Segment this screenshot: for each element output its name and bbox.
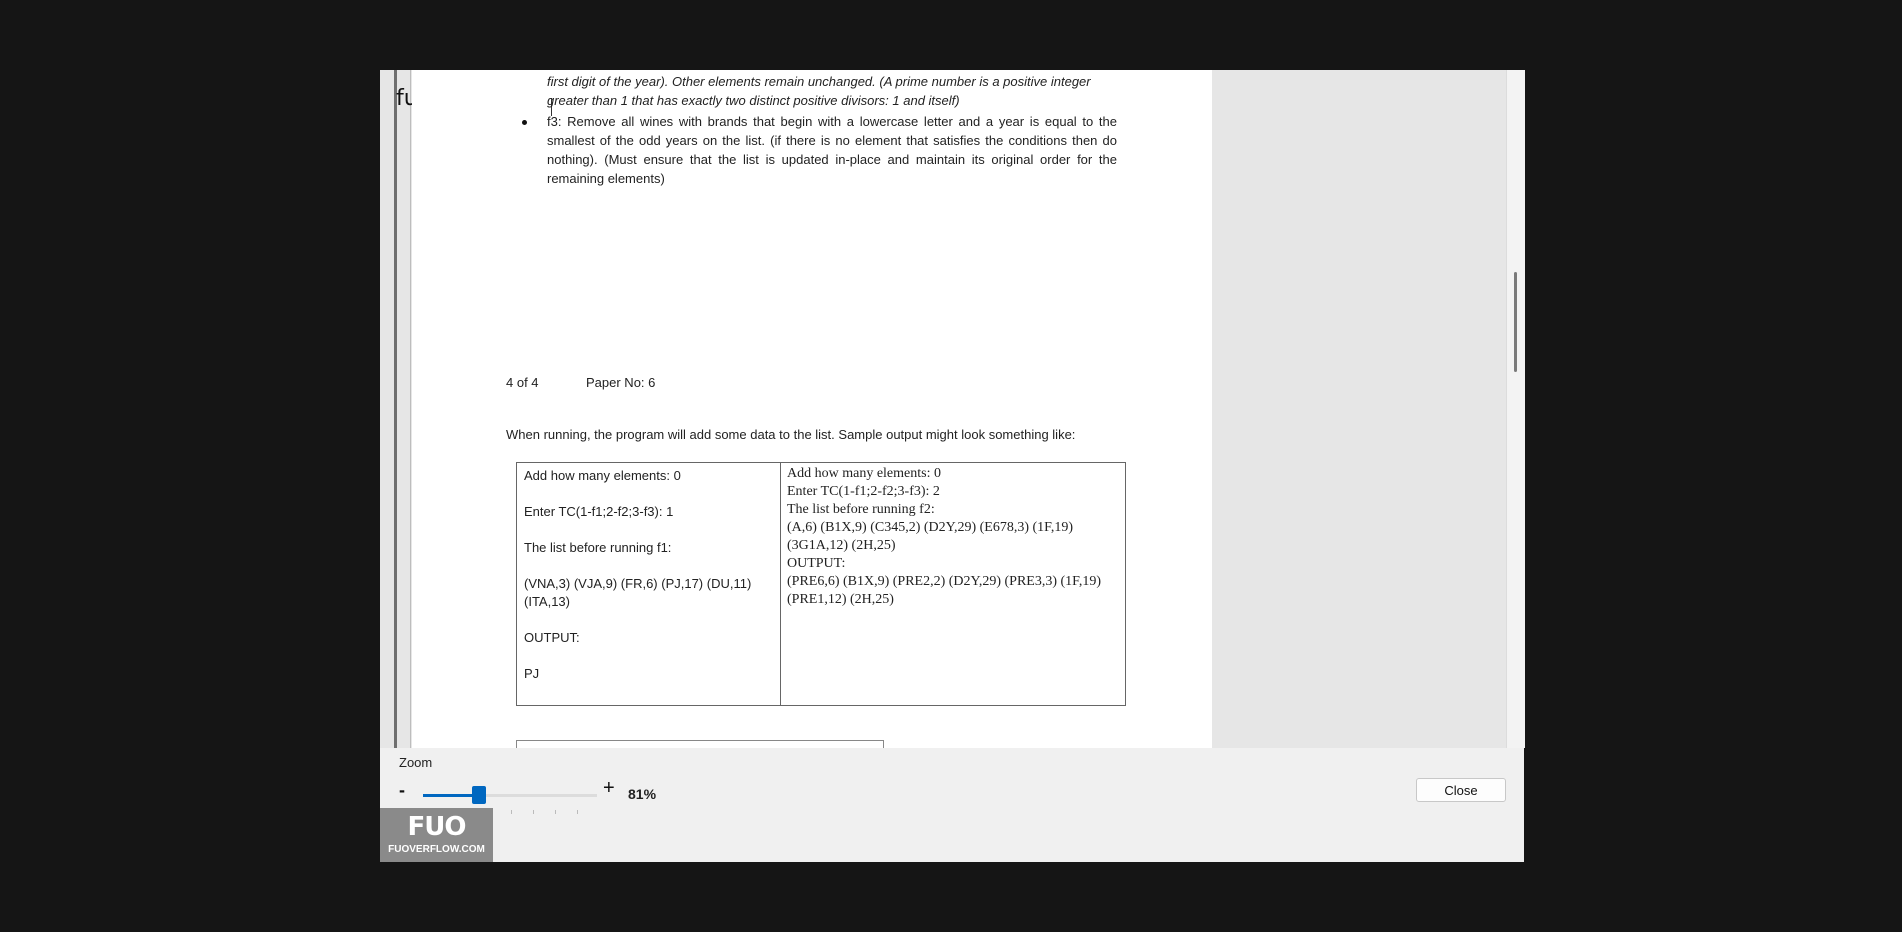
sample-column-f1: Add how many elements: 0 Enter TC(1-f1;2… (517, 463, 781, 705)
close-button[interactable]: Close (1416, 778, 1506, 802)
page-number: 4 of 4 (506, 375, 539, 390)
sample-line: (VNA,3) (VJA,9) (FR,6) (PJ,17) (DU,11) (… (524, 576, 752, 609)
sample-line: PJ (524, 666, 540, 681)
document-page: first digit of the year). Other elements… (412, 70, 1212, 748)
sample-line: (PRE6,6) (B1X,9) (PRE2,2) (D2Y,29) (PRE3… (787, 574, 1102, 607)
slider-tick (555, 810, 556, 814)
slider-tick (511, 810, 512, 814)
next-sample-table-edge (516, 740, 884, 748)
sample-column-f2: Add how many elements: 0 Enter TC(1-f1;2… (781, 463, 1125, 705)
sample-line: Add how many elements: 0 (787, 466, 941, 481)
sample-output-table: Add how many elements: 0 Enter TC(1-f1;2… (516, 462, 1126, 706)
sample-line: Add how many elements: 0 (524, 468, 681, 483)
sample-line: (A,6) (B1X,9) (C345,2) (D2Y,29) (E678,3)… (787, 520, 1073, 553)
zoom-percentage: 81% (628, 786, 657, 802)
margin-rule (394, 70, 397, 748)
document-viewport[interactable]: fuoverflow first digit of the year). Oth… (380, 70, 1506, 748)
zoom-slider-thumb[interactable] (472, 786, 486, 804)
paper-number: Paper No: 6 (586, 375, 656, 390)
doc-text-line: greater than 1 that has exactly two dist… (547, 93, 960, 108)
margin-rule-inner (410, 70, 411, 748)
sample-line: The list before running f2: (787, 502, 935, 517)
fuo-logo-icon: FUO (407, 812, 467, 842)
sample-line: Enter TC(1-f1;2-f2;3-f3): 2 (787, 484, 940, 499)
zoom-label: Zoom (399, 755, 433, 770)
doc-text-line: first digit of the year). Other elements… (547, 74, 1091, 89)
bullet-f3-text: f3: Remove all wines with brands that be… (547, 114, 1117, 186)
scrollbar-thumb[interactable] (1514, 272, 1517, 372)
zoom-out-button[interactable]: - (399, 780, 405, 801)
fuoverflow-badge: FUO FUOVERFLOW.COM (380, 808, 493, 862)
bullet-icon (522, 120, 527, 125)
sample-line: The list before running f1: (524, 540, 672, 555)
sample-line: Enter TC(1-f1;2-f2;3-f3): 1 (524, 504, 674, 519)
running-description: When running, the program will add some … (506, 427, 1076, 442)
sample-line: OUTPUT: (524, 630, 580, 645)
slider-tick (577, 810, 578, 814)
zoom-slider-fill (423, 794, 479, 797)
vertical-scrollbar[interactable] (1506, 70, 1525, 748)
zoom-in-button[interactable]: + (603, 777, 615, 800)
sample-line: OUTPUT: (787, 556, 846, 571)
fuo-url-text: FUOVERFLOW.COM (388, 844, 485, 855)
slider-tick (533, 810, 534, 814)
document-viewer-dialog: fuoverflow first digit of the year). Oth… (380, 70, 1525, 862)
